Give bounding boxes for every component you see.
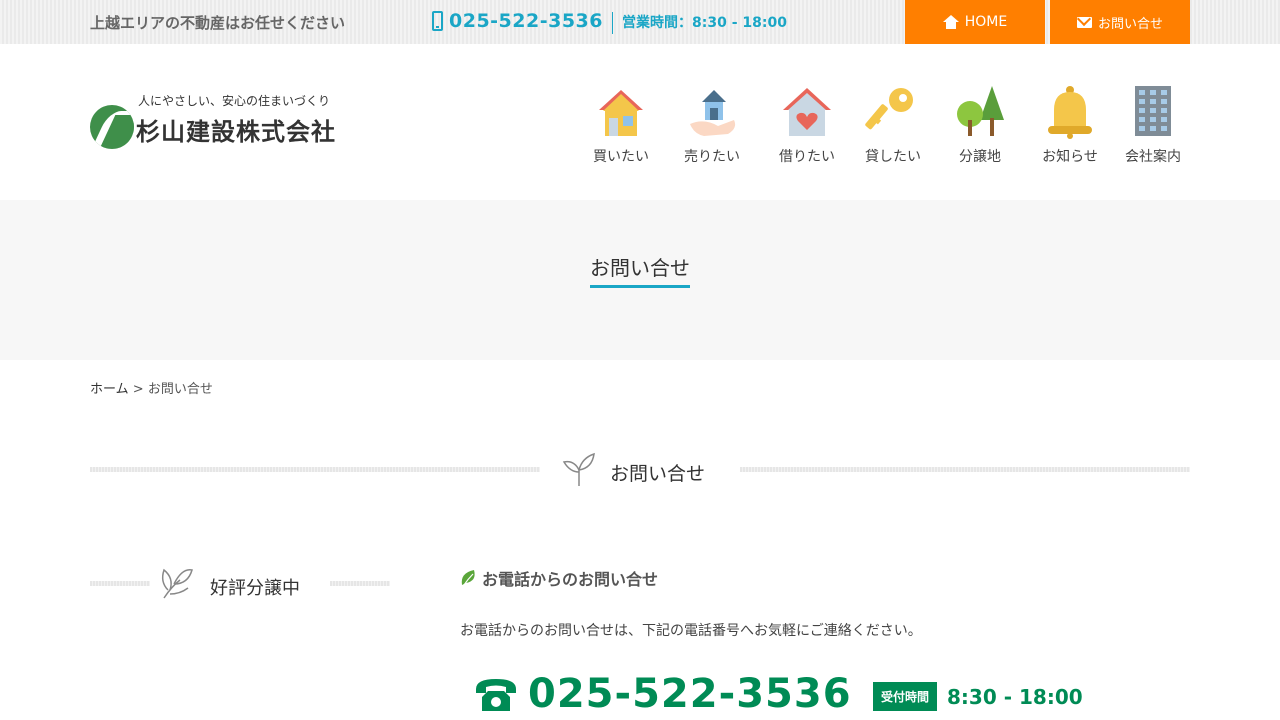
nav-item-subdivision[interactable]: 分譲地 — [940, 84, 1020, 166]
main-phone[interactable]: 025-522-3536 — [474, 672, 852, 716]
nav-label: 会社案内 — [1125, 149, 1181, 165]
nav-item-company[interactable]: 会社案内 — [1113, 84, 1193, 166]
phone-inquiry-heading-text: お電話からのお問い合せ — [482, 570, 659, 589]
main-phone-number[interactable]: 025-522-3536 — [528, 672, 852, 716]
nav-item-news[interactable]: お知らせ — [1030, 84, 1110, 166]
nav-item-rent[interactable]: 借りたい — [767, 84, 847, 166]
nav-label: 借りたい — [779, 149, 835, 165]
key-icon — [865, 88, 913, 130]
nav-item-sell[interactable]: 売りたい — [672, 84, 752, 166]
section-heading-text: お問い合せ — [610, 463, 706, 485]
page-title-band: お問い合せ — [0, 200, 1280, 360]
leaves-icon — [161, 568, 193, 599]
bell-icon — [1048, 86, 1092, 139]
reception-badge: 受付時間 — [873, 682, 938, 711]
heading-divider-right — [330, 581, 390, 586]
page-title: お問い合せ — [590, 252, 690, 288]
sidebar-heading: 好評分譲中 — [90, 566, 390, 600]
heading-divider-left — [90, 581, 150, 586]
nav-label: お知らせ — [1042, 149, 1098, 165]
home-icon — [942, 15, 959, 29]
main-nav: 買いたい 売りたい 借りたい 貸したい 分譲地 お知らせ 会社案内 — [0, 84, 1280, 168]
mail-icon — [1076, 16, 1092, 28]
trees-icon — [957, 86, 1004, 136]
top-bar: 上越エリアの不動産はお任せください 025-522-3536 営業時間：8:30… — [0, 0, 1280, 44]
phone-inquiry-heading: お電話からのお問い合せ — [460, 566, 658, 590]
nav-label: 分譲地 — [959, 149, 1001, 165]
nav-label: 売りたい — [684, 149, 740, 165]
phone-inquiry-intro: お電話からのお問い合せは、下記の電話番号へお気軽にご連絡ください。 — [460, 623, 922, 639]
reception-time: 8:30 - 18:00 — [947, 684, 1083, 709]
reception-hours: 受付時間 8:30 - 18:00 — [873, 682, 1083, 711]
section-heading: お問い合せ — [90, 452, 1190, 488]
contact-button-label: お問い合せ — [1097, 16, 1163, 32]
tagline: 上越エリアの不動産はお任せください — [90, 14, 346, 32]
house-buy-icon — [599, 90, 643, 136]
top-phone[interactable]: 025-522-3536 — [432, 10, 603, 32]
building-icon — [1135, 86, 1171, 136]
heading-divider-left — [90, 467, 540, 472]
nav-item-lend[interactable]: 貸したい — [853, 84, 933, 166]
contact-button[interactable]: お問い合せ — [1050, 0, 1190, 44]
business-hours: 営業時間：8:30 - 18:00 — [612, 12, 787, 34]
top-phone-number[interactable]: 025-522-3536 — [449, 10, 603, 32]
sprout-icon — [562, 452, 595, 486]
mobile-phone-icon — [432, 11, 443, 31]
house-sell-icon — [690, 90, 736, 136]
breadcrumb-current: お問い合せ — [147, 382, 213, 397]
home-button[interactable]: HOME — [905, 0, 1045, 44]
nav-item-buy[interactable]: 買いたい — [581, 84, 661, 166]
nav-label: 貸したい — [865, 149, 921, 165]
sidebar-heading-text: 好評分譲中 — [210, 578, 300, 599]
home-button-label: HOME — [964, 14, 1008, 30]
heading-divider-right — [740, 467, 1190, 472]
telephone-icon — [476, 679, 516, 711]
leaf-icon — [461, 570, 475, 586]
nav-label: 買いたい — [593, 149, 649, 165]
breadcrumb-separator: > — [132, 382, 144, 397]
house-heart-icon — [783, 88, 831, 136]
breadcrumb-home-link[interactable]: ホーム — [90, 382, 129, 397]
breadcrumb: ホーム > お問い合せ — [90, 378, 213, 397]
